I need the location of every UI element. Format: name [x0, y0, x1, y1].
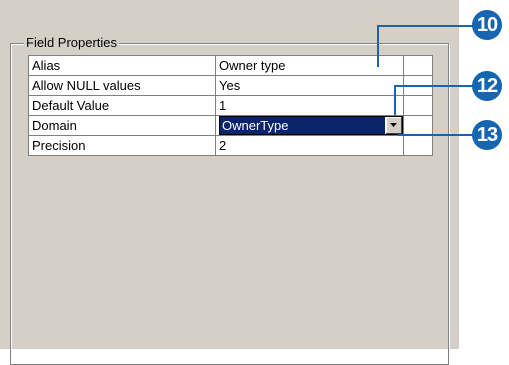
callout-13-line	[398, 134, 474, 136]
property-name: Allow NULL values	[28, 75, 216, 96]
domain-cell[interactable]: OwnerType	[215, 115, 404, 136]
callout-10-line	[377, 25, 379, 67]
property-name: Alias	[28, 55, 216, 76]
callout-12-line	[394, 85, 396, 115]
row-extra-cell	[403, 115, 433, 136]
callout-12-line	[394, 85, 474, 87]
table-row[interactable]: Precision 2	[28, 135, 433, 156]
domain-dropdown[interactable]: OwnerType	[219, 116, 403, 135]
property-value[interactable]: 1	[215, 95, 404, 116]
table-row[interactable]: Default Value 1	[28, 95, 433, 116]
table-row[interactable]: Domain OwnerType	[28, 115, 433, 136]
row-extra-cell	[403, 55, 433, 76]
row-extra-cell	[403, 135, 433, 156]
table-row[interactable]: Allow NULL values Yes	[28, 75, 433, 96]
domain-selected-value: OwnerType	[222, 118, 289, 133]
chevron-down-icon	[390, 123, 397, 127]
row-extra-cell	[403, 95, 433, 116]
callout-10-line	[377, 25, 474, 27]
property-value[interactable]: Owner type	[215, 55, 404, 76]
callout-12: 12	[472, 71, 502, 101]
table-row[interactable]: Alias Owner type	[28, 55, 433, 76]
property-value[interactable]: 2	[215, 135, 404, 156]
property-name: Default Value	[28, 95, 216, 116]
property-name: Precision	[28, 135, 216, 156]
callout-13: 13	[472, 120, 502, 150]
callout-10: 10	[472, 10, 502, 40]
property-value[interactable]: Yes	[215, 75, 404, 96]
property-name: Domain	[28, 115, 216, 136]
field-properties-grid: Alias Owner type Allow NULL values Yes D…	[28, 55, 433, 156]
group-title: Field Properties	[24, 35, 120, 51]
dropdown-button[interactable]	[385, 117, 402, 134]
